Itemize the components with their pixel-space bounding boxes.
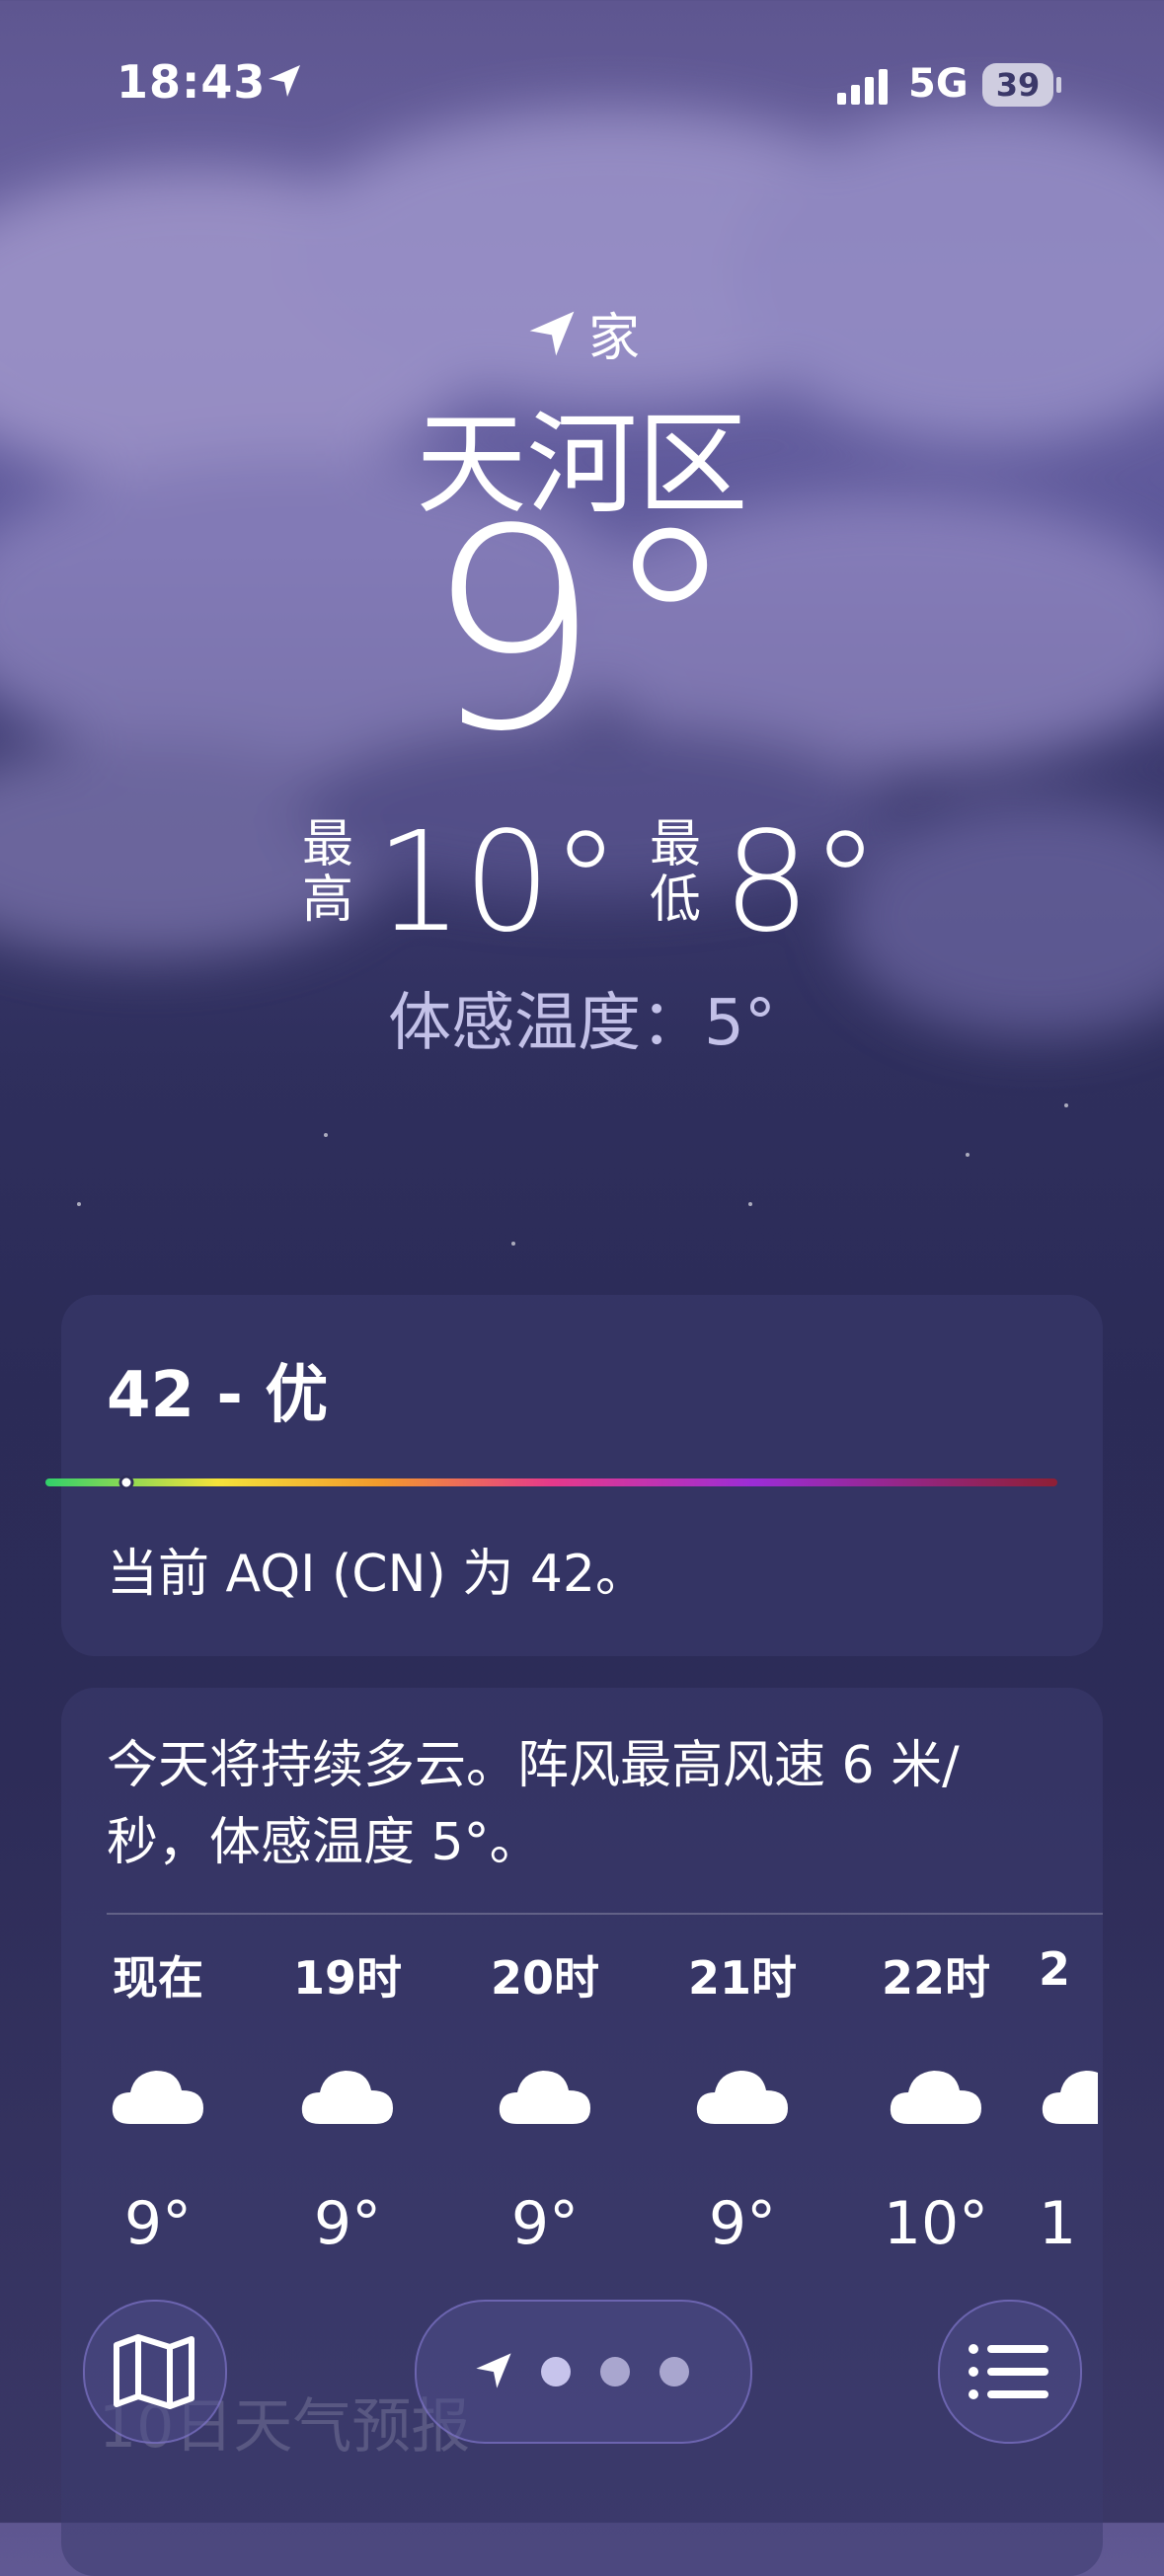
cloud-icon (112, 2071, 203, 2124)
location-arrow-icon (529, 311, 575, 355)
hour-item: 2 1 (1039, 1942, 1098, 2258)
status-bar: 18:43 5G 39 (0, 0, 1164, 168)
aqi-scale-bar (45, 1476, 1057, 1489)
city-list-button[interactable] (938, 2300, 1082, 2444)
list-icon (969, 2344, 1048, 2399)
aqi-title: 42 - 优 (107, 1359, 329, 1432)
hour-temp: 9° (123, 2189, 193, 2258)
map-button[interactable] (83, 2300, 227, 2444)
location-label-row: 家 (0, 296, 1164, 370)
aqi-description: 当前 AQI (CN) 为 42。 (107, 1545, 647, 1604)
forecast-summary: 今天将持续多云。阵风最高风速 6 米/秒，体感温度 5°。 (107, 1736, 960, 1872)
hour-temp: 1 (1039, 2189, 1077, 2258)
hour-label: 现在 (113, 1951, 203, 2005)
cloud-icon (301, 2071, 393, 2124)
battery-icon: 39 (982, 63, 1061, 107)
hour-item: 现在 9° (69, 1942, 247, 2258)
hour-temp: 9° (313, 2189, 382, 2258)
page-dot[interactable] (600, 2357, 630, 2387)
hour-temp: 10° (883, 2189, 989, 2258)
hour-label: 19时 (292, 1951, 402, 2005)
cloud-icon (696, 2071, 788, 2124)
cloud-icon (1042, 2071, 1098, 2124)
hour-temp: 9° (510, 2189, 580, 2258)
divider (107, 1913, 1103, 1915)
location-arrow-icon (269, 65, 300, 97)
page-dot[interactable] (660, 2357, 689, 2387)
feels-like: 体感温度：5° (388, 987, 776, 1060)
high-low-row: 最高 10° 最低 8° (296, 809, 889, 957)
location-arrow-icon (476, 2353, 511, 2388)
hour-label: 22时 (881, 1951, 990, 2005)
hour-label: 2 (1039, 1942, 1071, 1996)
hour-label: 20时 (490, 1951, 599, 2005)
hour-item: 20时 9° (456, 1942, 634, 2258)
current-temperature: 9° (425, 471, 739, 793)
page-indicator[interactable] (415, 2300, 752, 2444)
hour-item: 19时 9° (259, 1942, 436, 2258)
page-dot[interactable] (541, 2357, 571, 2387)
hour-item: 22时 10° (847, 1942, 1025, 2258)
hour-label: 21时 (687, 1951, 797, 2005)
cloud-icon (499, 2071, 590, 2124)
cloud-icon (890, 2071, 981, 2124)
hour-temp: 9° (708, 2189, 777, 2258)
high-value: 10° (375, 802, 621, 963)
network-type: 5G (908, 61, 969, 107)
hour-item: 21时 9° (654, 1942, 831, 2258)
low-label: 最低 (650, 815, 702, 930)
signal-icon (837, 69, 888, 105)
low-value: 8° (723, 802, 881, 963)
high-label: 最高 (302, 815, 354, 930)
hourly-forecast-list[interactable]: 现在 9° 19时 9° 20时 9° 21时 9° 22时 10° 2 1 (0, 1942, 1164, 2298)
status-time: 18:43 (116, 55, 267, 109)
map-icon (114, 2334, 194, 2409)
aqi-level-marker (118, 1476, 134, 1489)
battery-level: 39 (982, 63, 1053, 107)
location-label: 家 (588, 309, 641, 368)
